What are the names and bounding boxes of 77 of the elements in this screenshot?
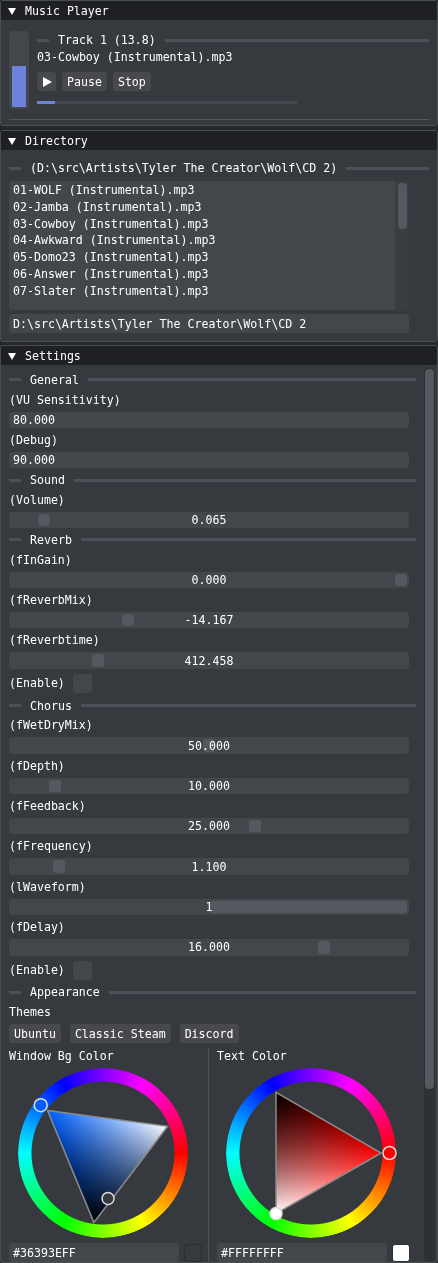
setting-label: (Volume) — [9, 491, 66, 508]
slider[interactable]: 16.000 — [9, 939, 409, 956]
color-triangle[interactable] — [46, 1109, 170, 1224]
file-list-item[interactable]: 07-Slater (Instrumental).mp3 — [13, 282, 391, 300]
color-swatch[interactable] — [184, 1243, 202, 1262]
play-button[interactable] — [37, 72, 56, 91]
setting-label: (VU Sensitivity) — [9, 391, 122, 408]
slider[interactable]: 1.100 — [9, 858, 409, 875]
setting-label: (fInGain) — [9, 551, 73, 568]
file-list-item[interactable]: 02-Jamba (Instrumental).mp3 — [13, 198, 391, 216]
section-title: Chorus — [30, 698, 72, 713]
file-list-item[interactable]: 05-Domo23 (Instrumental).mp3 — [13, 249, 391, 266]
setting-label: (fDepth) — [9, 757, 66, 774]
directory-path-label: (D:\src\Artists\Tyler The Creator\Wolf\CD 2) — [30, 161, 338, 175]
section-title: Appearance — [30, 985, 100, 1000]
slider-thumb[interactable] — [249, 820, 262, 833]
color-swatch[interactable] — [392, 1243, 410, 1262]
track-filename: 03-Cowboy (Instrumental).mp3 — [37, 50, 234, 64]
number-field[interactable]: 90.000 — [9, 451, 409, 469]
hue-handle[interactable] — [33, 1098, 48, 1113]
color-handle[interactable] — [269, 1206, 283, 1221]
transport-button[interactable]: Stop — [112, 72, 151, 91]
setting-label: (Enable) — [9, 962, 65, 979]
scrollbar-thumb[interactable] — [397, 183, 407, 229]
slider[interactable]: 10.000 — [9, 777, 409, 795]
picker-label: Window Bg Color — [9, 1048, 115, 1065]
setting-label: (lWaveform) — [9, 878, 87, 895]
theme-button[interactable]: Classic Steam — [69, 1024, 171, 1044]
scrollbar-thumb[interactable] — [425, 369, 434, 1089]
panel-header[interactable]: Music Player — [1, 1, 437, 20]
setting-label: (fReverbMix) — [9, 592, 94, 609]
setting-label: (Enable) — [9, 675, 65, 692]
play-icon — [41, 76, 52, 87]
slider[interactable]: 0.000 — [9, 571, 409, 589]
setting-label: (fReverbtime) — [9, 632, 101, 649]
slider-thumb[interactable] — [209, 900, 407, 914]
track-title: Track 1 (13.8) — [58, 33, 156, 47]
hex-field[interactable]: #FFFFFFFF — [217, 1243, 387, 1262]
section-title: Reverb — [30, 532, 72, 547]
slider[interactable]: 50.000 — [9, 737, 409, 754]
hex-field[interactable]: #36393EFF — [9, 1243, 179, 1262]
setting-label: (fFeedback) — [9, 798, 87, 815]
panel-header[interactable]: Settings — [1, 346, 437, 365]
setting-label: (fFrequency) — [9, 838, 94, 855]
themes-label: Themes — [9, 1004, 52, 1021]
number-field[interactable]: 80.000 — [9, 411, 409, 428]
slider[interactable]: 0.065 — [9, 511, 409, 529]
setting-label: (fDelay) — [9, 919, 66, 936]
panel-header[interactable]: Directory — [1, 131, 437, 150]
slider-thumb[interactable] — [395, 573, 407, 587]
section-title: Sound — [30, 473, 65, 487]
slider[interactable]: 25.000 — [9, 818, 409, 835]
section-title: General — [30, 372, 79, 387]
panel-title: Directory — [25, 133, 88, 148]
transport-button[interactable]: Pause — [62, 72, 107, 91]
slider[interactable]: -14.167 — [9, 612, 409, 629]
file-list-item[interactable]: 01-WOLF (Instrumental).mp3 — [13, 182, 391, 199]
scrollbar[interactable] — [395, 181, 409, 310]
slider[interactable]: 1 — [9, 898, 409, 916]
setting-label: (Debug) — [9, 431, 59, 448]
color-handle[interactable] — [101, 1191, 115, 1206]
setting-label: (fWetDryMix) — [9, 717, 94, 734]
panel-title: Settings — [25, 348, 81, 363]
scrollbar[interactable] — [424, 367, 435, 1262]
theme-button[interactable]: Ubuntu — [9, 1024, 61, 1044]
path-field[interactable]: D:\src\Artists\Tyler The Creator\Wolf\CD 2 — [9, 314, 409, 333]
panel-title: Music Player — [25, 3, 109, 18]
slider-thumb[interactable] — [122, 614, 135, 627]
hue-handle[interactable] — [382, 1145, 397, 1161]
theme-button[interactable]: Discord — [179, 1024, 239, 1044]
file-list-item[interactable]: 04-Awkward (Instrumental).mp3 — [13, 232, 391, 250]
file-list-item[interactable]: 03-Cowboy (Instrumental).mp3 — [13, 215, 391, 233]
file-list-item[interactable]: 06-Answer (Instrumental).mp3 — [13, 266, 391, 283]
picker-label: Text Color — [217, 1048, 288, 1065]
slider-thumb[interactable] — [37, 513, 50, 527]
slider[interactable]: 412.458 — [9, 652, 409, 669]
slider-thumb[interactable] — [49, 779, 62, 793]
